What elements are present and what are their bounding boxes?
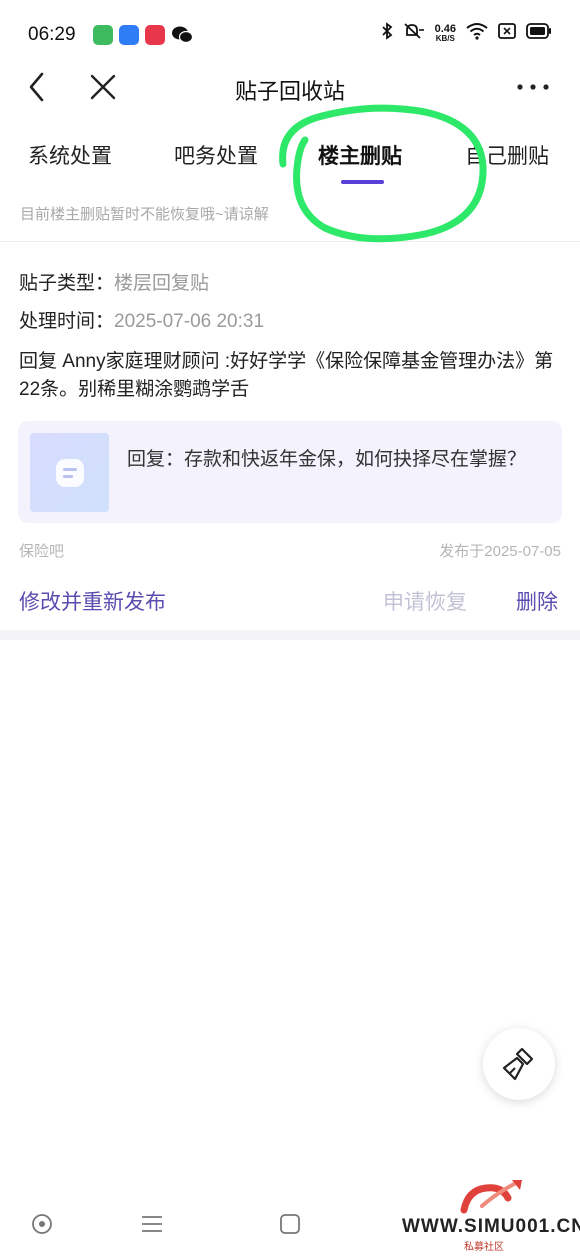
post-thumbnail [30, 433, 109, 512]
square-icon [280, 1214, 300, 1234]
quoted-post-title: 回复：存款和快返年金保，如何抉择尽在掌握？ [127, 449, 527, 470]
cloud-app-icon [119, 25, 139, 45]
watermark: WWW.SIMU001.CN 私募社区 [402, 1176, 580, 1253]
divider [0, 241, 580, 242]
system-status: 0.46 KB/S [381, 22, 552, 45]
broom-icon [502, 1047, 534, 1081]
request-restore-button[interactable]: 申请恢复 [383, 586, 467, 616]
watermark-logo [460, 1180, 522, 1214]
page-title: 贴子回收站 [234, 79, 345, 104]
clock: 06:29 [28, 24, 76, 45]
publish-date: 发布于2025-07-05 [439, 543, 561, 560]
delete-button[interactable]: 删除 [516, 586, 558, 616]
active-tab-indicator [341, 180, 384, 184]
menu-button[interactable] [139, 1211, 165, 1237]
net-speed: 0.46 KB/S [434, 22, 456, 43]
edit-republish-button[interactable]: 修改并重新发布 [19, 586, 166, 616]
mute-bell-icon [403, 22, 425, 45]
post-type-label: 贴子类型： [19, 273, 115, 294]
watermark-text: WWW.SIMU001.CN [402, 1216, 580, 1237]
more-dots-icon [517, 84, 549, 90]
post-type-value: 楼层回复贴 [114, 273, 210, 294]
wechat-icon [171, 25, 194, 45]
forum-name[interactable]: 保险吧 [19, 540, 64, 561]
tab-moderator-disposal[interactable]: 吧务处置 [174, 140, 258, 170]
wifi-icon [466, 22, 488, 45]
watermark-subtext: 私募社区 [464, 1242, 504, 1253]
tab-op-deleted[interactable]: 楼主删贴 [318, 140, 402, 170]
shopping-app-icon [93, 25, 113, 45]
process-time-value: 2025-07-06 20:31 [114, 311, 265, 332]
music-app-icon [145, 25, 165, 45]
home-button[interactable] [277, 1211, 303, 1237]
clean-button[interactable] [483, 1028, 555, 1100]
tab-system-disposal[interactable]: 系统处置 [28, 140, 112, 170]
notice-text: 目前楼主删贴暂时不能恢复哦~请谅解 [20, 206, 269, 223]
battery-icon [526, 23, 552, 44]
sim-icon [498, 23, 516, 44]
tab-bar: 系统处置 吧务处置 楼主删贴 自己删贴 [0, 128, 580, 188]
circle-dot-icon [32, 1214, 52, 1234]
navigation-bar: 贴子回收站 [0, 60, 580, 116]
process-time-row: 处理时间：2025-07-06 20:31 [19, 306, 264, 333]
post-content: 回复 Anny家庭理财顾问 :好好学学《保险保障基金管理办法》第22条。别稀里糊… [19, 351, 554, 400]
quoted-post-card[interactable]: 回复：存款和快返年金保，如何抉择尽在掌握？ [18, 421, 562, 523]
post-placeholder-icon [55, 458, 84, 487]
tab-self-deleted[interactable]: 自己删贴 [465, 140, 549, 170]
assistant-button[interactable] [29, 1211, 55, 1237]
notification-icons [93, 25, 194, 45]
process-time-label: 处理时间： [19, 311, 115, 332]
post-type-row: 贴子类型：楼层回复贴 [19, 268, 209, 295]
menu-lines-icon [142, 1216, 162, 1232]
section-separator [0, 630, 580, 640]
bluetooth-icon [381, 22, 393, 45]
more-button[interactable] [516, 72, 550, 102]
